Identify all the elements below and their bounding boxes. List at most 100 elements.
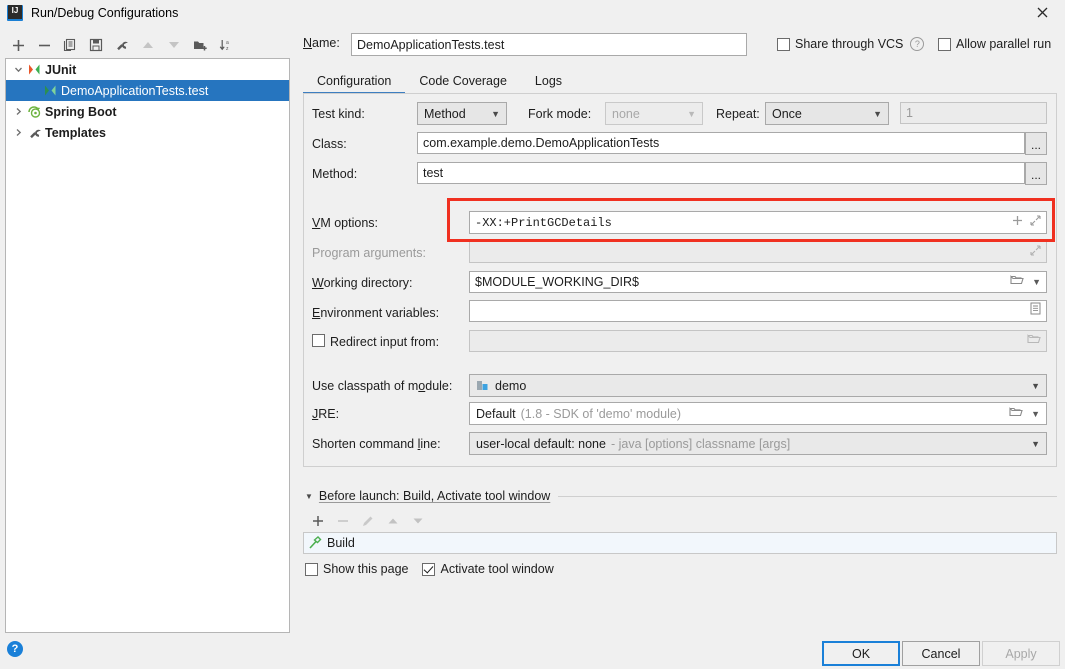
tab-logs[interactable]: Logs: [521, 74, 576, 94]
before-launch-header[interactable]: ▼ Before launch: Build, Activate tool wi…: [305, 489, 1057, 503]
shorten-command-line-value: user-local default: none: [476, 436, 606, 451]
jre-value-hint: (1.8 - SDK of 'demo' module): [520, 406, 682, 421]
name-input[interactable]: [351, 33, 747, 56]
repeat-dropdown[interactable]: Once ▼: [765, 102, 889, 125]
working-directory-tools: ▼: [1010, 272, 1041, 293]
tree-node-label: Spring Boot: [45, 104, 117, 119]
shorten-command-line-label: Shorten command line:: [312, 437, 441, 451]
sort-alpha-icon[interactable]: az: [213, 34, 239, 56]
repeat-label: Repeat:: [716, 107, 760, 121]
chevron-down-icon: ▼: [1031, 438, 1040, 449]
name-label-rest: ame:: [312, 36, 340, 50]
tree-node-templates[interactable]: Templates: [6, 122, 289, 143]
method-value: test: [423, 166, 444, 180]
move-up-button: [135, 34, 161, 56]
class-value: com.example.demo.DemoApplicationTests: [423, 136, 660, 150]
show-this-page-label: Show this page: [323, 562, 409, 576]
plus-icon[interactable]: [1012, 215, 1023, 230]
use-classpath-value: demo: [495, 378, 527, 393]
list-edit-icon[interactable]: [1030, 301, 1041, 322]
triangle-down-icon[interactable]: ▼: [305, 492, 313, 501]
environment-variables-input[interactable]: [469, 300, 1047, 322]
program-arguments-input: [469, 240, 1047, 263]
tree-node-junit[interactable]: JUnit: [6, 59, 289, 80]
share-vcs-checkbox-box[interactable]: [777, 37, 790, 51]
tree-node-demoapplicationtests-test[interactable]: DemoApplicationTests.test: [6, 80, 289, 101]
expand-icon[interactable]: [1030, 215, 1041, 230]
class-label: Class:: [312, 137, 347, 151]
before-launch-title: Before launch: Build, Activate tool wind…: [318, 489, 551, 503]
redirect-input-checkbox[interactable]: [312, 334, 325, 347]
tab-code-coverage[interactable]: Code Coverage: [405, 74, 521, 94]
spring-boot-icon: [26, 104, 43, 120]
redirect-input-label: Redirect input from:: [330, 335, 440, 349]
folder-icon[interactable]: [1010, 272, 1024, 293]
tab-configuration[interactable]: Configuration: [303, 74, 406, 95]
tree-node-label: Templates: [45, 125, 106, 140]
environment-variables-label: Environment variables:: [312, 306, 440, 320]
chevron-down-icon[interactable]: [10, 59, 26, 80]
tree-node-spring-boot[interactable]: Spring Boot: [6, 101, 289, 122]
test-kind-value: Method: [424, 106, 466, 121]
add-configuration-button[interactable]: [5, 34, 31, 56]
share-through-vcs-checkbox[interactable]: Share through VCS ?: [777, 37, 932, 51]
remove-before-launch-task-button: [330, 510, 355, 532]
chevron-down-icon: ▼: [1031, 380, 1040, 391]
help-question-icon[interactable]: ?: [7, 641, 23, 657]
save-configuration-button[interactable]: [83, 34, 109, 56]
chevron-right-icon[interactable]: [10, 101, 26, 122]
close-icon[interactable]: [1020, 0, 1065, 25]
build-hammer-icon: [308, 536, 322, 550]
tree-node-label: DemoApplicationTests.test: [61, 83, 209, 98]
tree-node-label: JUnit: [45, 62, 77, 77]
module-icon: [476, 379, 489, 392]
wrench-icon: [26, 125, 43, 141]
repeat-count-value: 1: [906, 106, 913, 120]
configurations-tree[interactable]: JUnit DemoApplicationTests.test Spring B…: [5, 58, 290, 633]
folder-icon[interactable]: [1009, 406, 1023, 421]
question-mark-icon[interactable]: ?: [910, 37, 925, 51]
allow-parallel-run-checkbox[interactable]: Allow parallel run: [938, 37, 1051, 51]
class-input[interactable]: com.example.demo.DemoApplicationTests: [417, 132, 1025, 154]
pencil-icon: [355, 510, 380, 532]
activate-tool-window-checkbox[interactable]: [422, 562, 436, 576]
svg-text:z: z: [226, 46, 229, 52]
before-launch-task-label: Build: [327, 536, 355, 550]
use-classpath-dropdown[interactable]: demo ▼: [469, 374, 1047, 397]
method-browse-button[interactable]: ...: [1025, 162, 1047, 185]
class-browse-button[interactable]: ...: [1025, 132, 1047, 155]
new-folder-icon[interactable]: [187, 34, 213, 56]
title-bar: Run/Debug Configurations: [0, 0, 1065, 25]
vm-options-input[interactable]: -XX:+PrintGCDetails: [469, 211, 1047, 234]
vm-options-label: VM options:: [312, 216, 379, 230]
chevron-down-icon: ▼: [873, 108, 882, 119]
chevron-down-icon[interactable]: ▼: [1031, 409, 1040, 419]
method-input[interactable]: test: [417, 162, 1025, 184]
cancel-button[interactable]: Cancel: [902, 641, 980, 666]
remove-configuration-button[interactable]: [31, 34, 57, 56]
shorten-command-line-dropdown[interactable]: user-local default: none - java [options…: [469, 432, 1047, 455]
chevron-down-icon: ▼: [491, 108, 500, 119]
test-kind-dropdown[interactable]: Method ▼: [417, 102, 507, 125]
chevron-down-icon[interactable]: ▼: [1032, 272, 1041, 293]
add-before-launch-task-button[interactable]: [305, 510, 330, 532]
allow-parallel-checkbox-box[interactable]: [938, 37, 951, 51]
chevron-right-icon[interactable]: [10, 122, 26, 143]
ok-button[interactable]: OK: [822, 641, 900, 666]
junit-icon: [26, 62, 43, 78]
name-label: Name:: [303, 36, 340, 50]
run-debug-configurations-dialog: Run/Debug Configurations a: [0, 0, 1065, 669]
copy-configuration-button[interactable]: [57, 34, 83, 56]
fork-mode-dropdown: none ▼: [605, 102, 703, 125]
jre-dropdown[interactable]: Default (1.8 - SDK of 'demo' module) ▼: [469, 402, 1047, 425]
working-directory-input[interactable]: $MODULE_WORKING_DIR$ ▼: [469, 271, 1047, 293]
test-kind-label: Test kind:: [312, 107, 365, 121]
show-this-page-checkbox[interactable]: [305, 562, 318, 576]
window-title: Run/Debug Configurations: [31, 5, 179, 20]
vm-options-value: -XX:+PrintGCDetails: [475, 215, 612, 230]
wrench-icon[interactable]: [109, 34, 135, 56]
jre-value: Default: [476, 406, 516, 421]
before-launch-task-list[interactable]: Build: [303, 532, 1057, 554]
intellij-idea-icon: [7, 4, 23, 21]
